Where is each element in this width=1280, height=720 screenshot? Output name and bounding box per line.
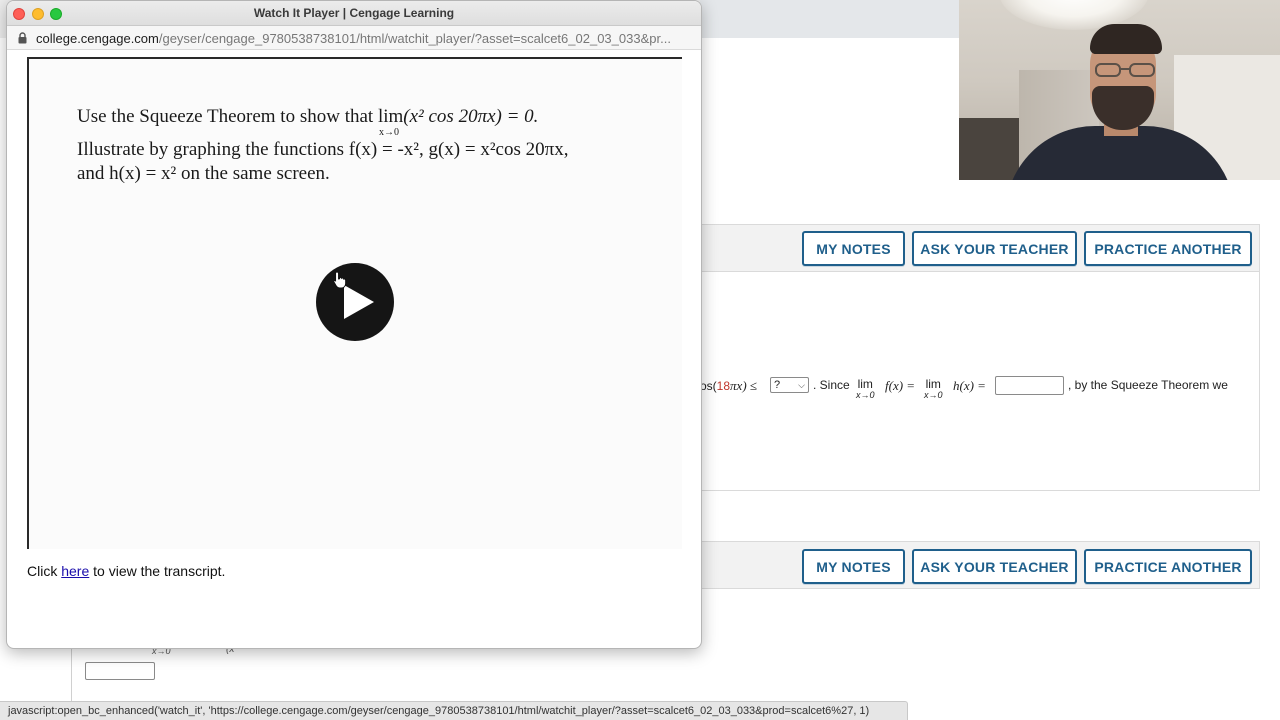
select-value: ? bbox=[774, 379, 781, 391]
problem-line-1: Use the Squeeze Theorem to show that lim… bbox=[77, 106, 539, 138]
since-label: . Since bbox=[813, 378, 850, 392]
practice-another-button[interactable]: PRACTICE ANOTHER bbox=[1084, 231, 1252, 266]
lock-icon bbox=[18, 32, 27, 44]
url-text: college.cengage.com/geyser/cengage_97805… bbox=[36, 31, 671, 46]
transcript-link[interactable]: here bbox=[61, 563, 89, 579]
ask-your-teacher-button-2[interactable]: ASK YOUR TEACHER bbox=[912, 549, 1077, 584]
play-button[interactable] bbox=[316, 263, 394, 341]
problem-line-2: Illustrate by graphing the functions f(x… bbox=[77, 139, 569, 160]
practice-another-button-2[interactable]: PRACTICE ANOTHER bbox=[1084, 549, 1252, 584]
status-bar-link-preview: javascript:open_bc_enhanced('watch_it', … bbox=[0, 701, 908, 720]
limit-answer-input[interactable] bbox=[995, 376, 1064, 395]
squeeze-conclusion-text: , by the Squeeze Theorem we bbox=[1068, 378, 1228, 392]
play-icon bbox=[344, 285, 374, 319]
background-desk bbox=[959, 118, 1019, 180]
limit-expression-2: lim x→0 bbox=[924, 377, 943, 400]
my-notes-button-2[interactable]: MY NOTES bbox=[802, 549, 905, 584]
presenter-hair bbox=[1090, 24, 1162, 54]
inequality-select[interactable]: ? ⌵ bbox=[770, 377, 809, 393]
answer-input-2[interactable] bbox=[85, 662, 155, 680]
ask-your-teacher-button[interactable]: ASK YOUR TEACHER bbox=[912, 231, 1077, 266]
question-fragment: os(18πx) ≤ bbox=[700, 378, 758, 393]
webcam-overlay bbox=[959, 0, 1280, 180]
presenter-beard bbox=[1092, 86, 1154, 130]
watch-it-popup-window: Watch It Player | Cengage Learning colle… bbox=[6, 0, 702, 649]
background-browser-tabbar bbox=[700, 0, 960, 38]
window-titlebar[interactable]: Watch It Player | Cengage Learning bbox=[7, 1, 701, 26]
window-title: Watch It Player | Cengage Learning bbox=[253, 6, 455, 20]
problem-line-3: and h(x) = x² on the same screen. bbox=[77, 163, 330, 184]
f-of-x-label: f(x) = bbox=[885, 378, 916, 393]
screen: MY NOTES ASK YOUR TEACHER PRACTICE ANOTH… bbox=[0, 0, 1280, 720]
coefficient-value: 18 bbox=[716, 379, 731, 393]
video-player[interactable]: Use the Squeeze Theorem to show that lim… bbox=[27, 57, 682, 549]
url-bar[interactable]: college.cengage.com/geyser/cengage_97805… bbox=[7, 26, 701, 50]
h-of-x-label: h(x) = bbox=[953, 378, 986, 393]
chevron-down-icon: ⌵ bbox=[798, 380, 805, 390]
presenter-glasses bbox=[1095, 63, 1155, 77]
problem-statement: Use the Squeeze Theorem to show that lim… bbox=[77, 105, 667, 186]
transcript-line: Click here to view the transcript. bbox=[27, 563, 226, 579]
limit-expression-1: lim x→0 bbox=[856, 377, 875, 400]
my-notes-button[interactable]: MY NOTES bbox=[802, 231, 905, 266]
hand-cursor-icon bbox=[333, 271, 347, 289]
